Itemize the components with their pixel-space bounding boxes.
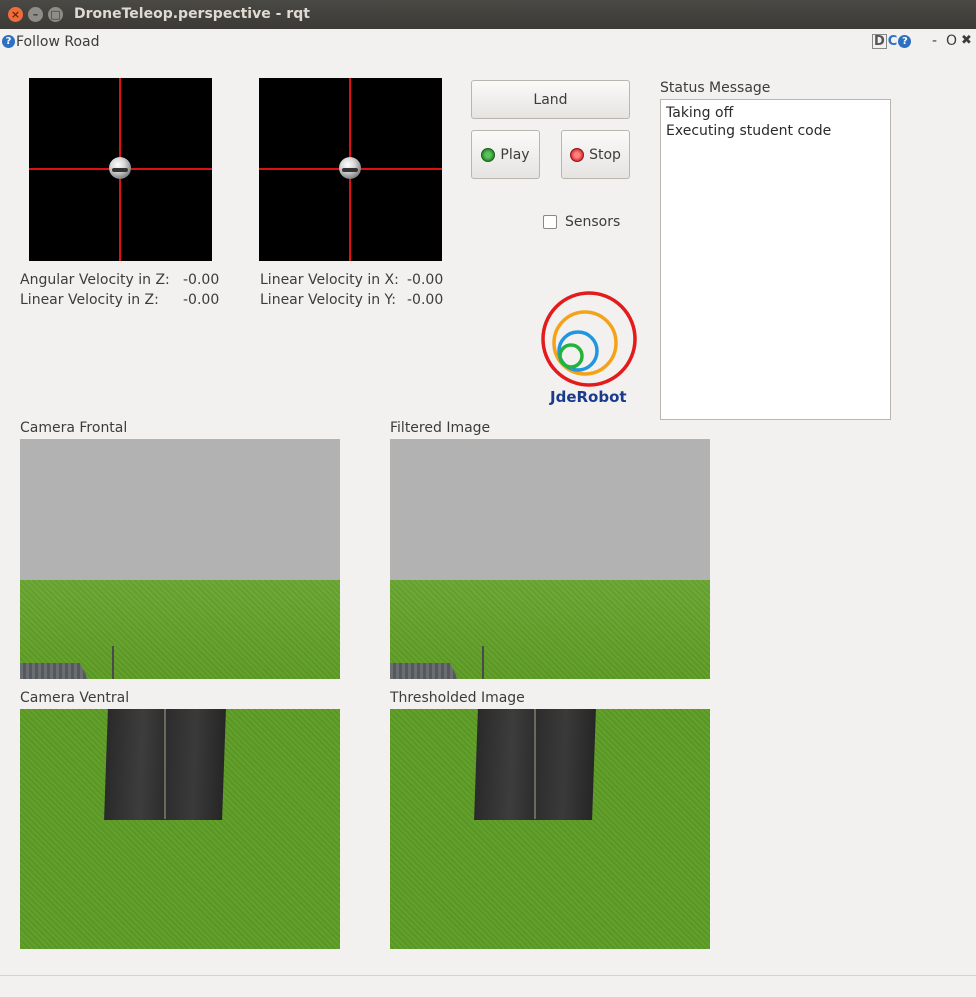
road-centerline xyxy=(164,709,166,819)
play-icon xyxy=(481,147,496,162)
camera-ventral-image xyxy=(20,709,340,949)
camera-ventral-label: Camera Ventral xyxy=(20,690,130,706)
plugin-help-icon[interactable]: ? xyxy=(898,35,912,48)
joystick-ball-icon[interactable] xyxy=(339,157,361,179)
angular-joystick[interactable] xyxy=(29,78,212,261)
plugin-minimize-button[interactable]: - xyxy=(932,33,937,49)
thresholded-image xyxy=(390,709,710,949)
window-minimize-button[interactable]: – xyxy=(28,7,43,22)
stop-button[interactable]: Stop xyxy=(561,130,630,179)
stop-icon xyxy=(570,147,585,162)
linear-z-value: -0.00 xyxy=(183,292,220,308)
stop-button-label: Stop xyxy=(589,146,621,163)
camera-frontal-label: Camera Frontal xyxy=(20,420,128,436)
plugin-close-button[interactable]: ✖ xyxy=(961,33,972,48)
house-roof xyxy=(390,663,458,679)
play-button-label: Play xyxy=(500,146,530,163)
joystick-ball-icon[interactable] xyxy=(109,157,131,179)
sensors-label[interactable]: Sensors xyxy=(565,214,620,230)
land-button-label: Land xyxy=(533,91,568,108)
play-button[interactable]: Play xyxy=(471,130,540,179)
status-line: Executing student code xyxy=(666,123,832,139)
linear-y-label: Linear Velocity in Y: xyxy=(260,292,396,308)
plugin-toolbar: D C ? xyxy=(872,34,912,49)
land-button[interactable]: Land xyxy=(471,80,630,119)
angular-z-value: -0.00 xyxy=(183,272,220,288)
logo-text: JdeRobot xyxy=(550,388,627,406)
reload-icon[interactable]: C xyxy=(888,34,898,49)
status-label: Status Message xyxy=(660,80,771,96)
linear-x-label: Linear Velocity in X: xyxy=(260,272,399,288)
road-centerline xyxy=(534,709,536,819)
window-close-button[interactable]: × xyxy=(8,7,23,22)
status-bar-divider xyxy=(0,975,976,976)
linear-y-value: -0.00 xyxy=(407,292,444,308)
plugin-title: Follow Road xyxy=(16,34,100,50)
dock-icon[interactable]: D xyxy=(872,34,887,49)
angular-z-label: Angular Velocity in Z: xyxy=(20,272,170,288)
lamp-pole xyxy=(482,646,484,679)
filtered-image xyxy=(390,439,710,679)
lamp-pole xyxy=(112,646,114,679)
jderobot-logo: JdeRobot xyxy=(538,288,642,412)
window-maximize-button[interactable]: □ xyxy=(48,7,63,22)
help-icon[interactable]: ? xyxy=(2,35,15,48)
window-titlebar: × – □ DroneTeleop.perspective - rqt xyxy=(0,0,976,29)
status-line: Taking off xyxy=(666,105,734,121)
linear-joystick[interactable] xyxy=(259,78,442,261)
sensors-checkbox[interactable] xyxy=(543,215,557,229)
plugin-restore-button[interactable]: O xyxy=(946,33,957,49)
filtered-image-label: Filtered Image xyxy=(390,420,491,436)
linear-z-label: Linear Velocity in Z: xyxy=(20,292,159,308)
linear-x-value: -0.00 xyxy=(407,272,444,288)
window-title: DroneTeleop.perspective - rqt xyxy=(74,6,310,22)
camera-frontal-image xyxy=(20,439,340,679)
house-roof xyxy=(20,663,88,679)
thresholded-image-label: Thresholded Image xyxy=(390,690,525,706)
status-textarea[interactable]: Taking off Executing student code xyxy=(660,99,891,420)
